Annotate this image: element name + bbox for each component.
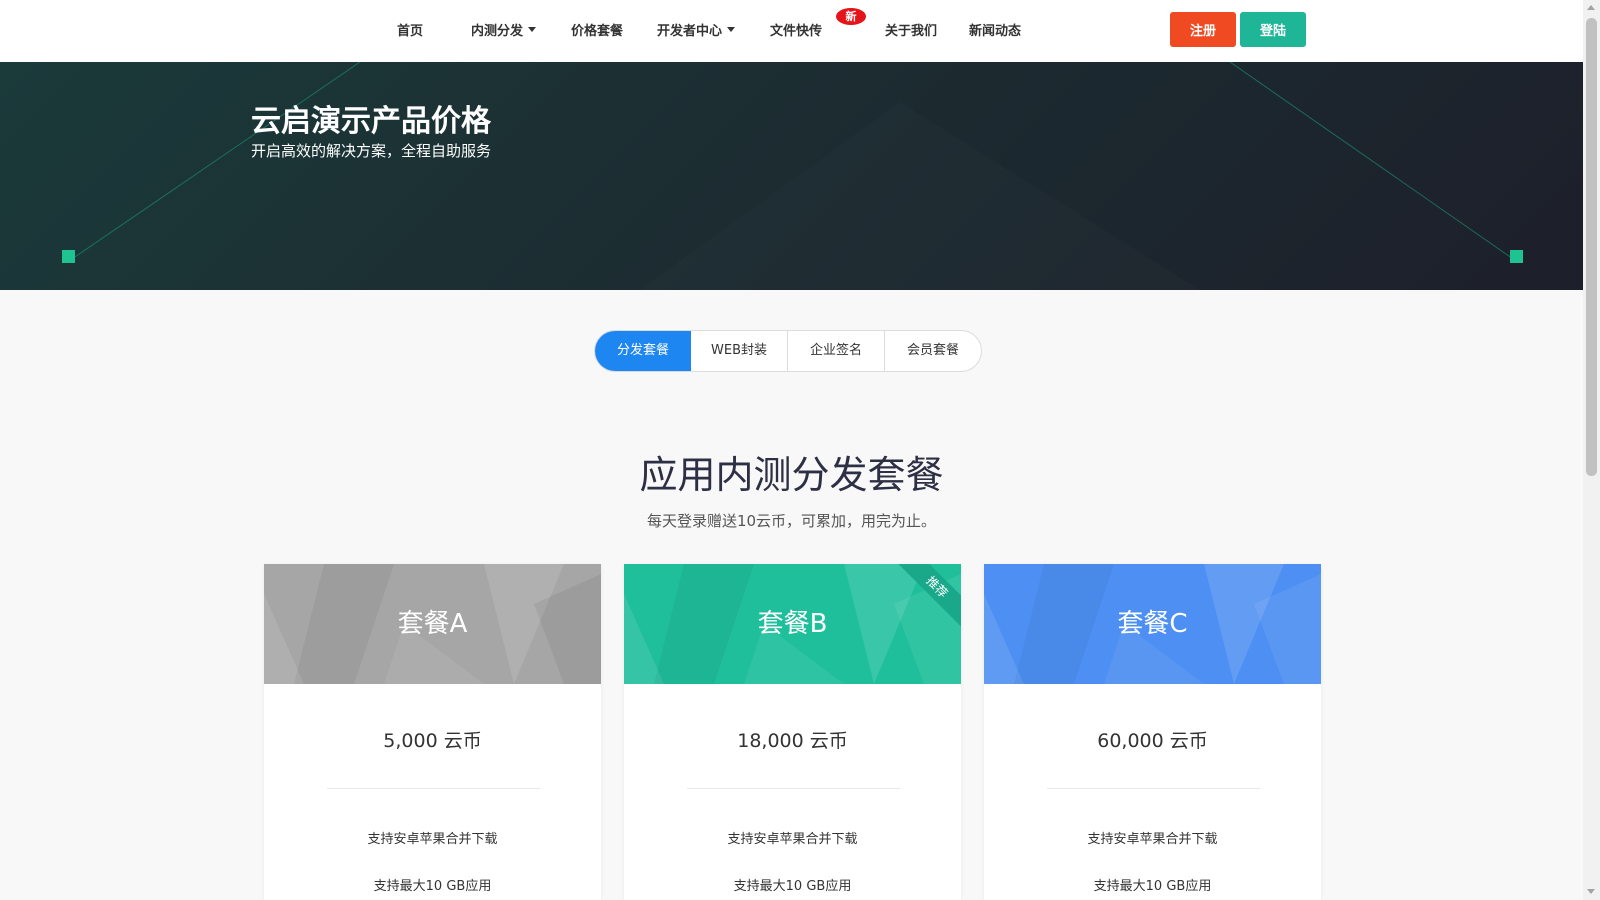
divider [687,788,900,789]
nav-home[interactable]: 首页 [397,20,423,39]
plan-name: 套餐A [397,609,468,639]
divider [327,788,540,789]
plan-feature: 支持安卓苹果合并下载 [727,832,858,847]
tab-enterprise-signing[interactable]: 企业签名 [788,331,885,371]
plan-price: 18,000 云币 [737,730,848,752]
plan-feature: 支持最大10 GB应用 [1093,879,1212,894]
section-title: 应用内测分发套餐 [639,453,944,497]
plan-feature: 支持安卓苹果合并下载 [1087,832,1218,847]
hero-subtitle: 开启高效的解决方案，全程自助服务 [251,142,492,160]
nav-pricing[interactable]: 价格套餐 [571,20,623,39]
section-subtitle: 每天登录赠送10云币，可累加，用完为止。 [646,512,937,530]
nav-file-transfer[interactable]: 文件快传 [770,20,822,39]
nav-developer-center-label: 开发者中心 [657,24,723,39]
scroll-down-arrow-icon[interactable] [1587,889,1595,894]
scroll-up-arrow-icon[interactable] [1587,5,1595,10]
plan-card-header: 套餐B 推荐 [624,564,961,684]
login-button[interactable]: 登陆 [1240,12,1306,47]
nav-beta-distribution-label: 内测分发 [471,24,524,39]
plan-feature: 支持安卓苹果合并下载 [367,832,498,847]
chevron-down-icon [727,27,736,32]
nav-beta-distribution[interactable]: 内测分发 [471,20,537,39]
plan-feature: 支持最大10 GB应用 [733,879,852,894]
register-button[interactable]: 注册 [1170,12,1236,47]
hero-title: 云启演示产品价格 [251,104,491,139]
plan-price: 60,000 云币 [1097,730,1208,752]
page-scrollbar[interactable] [1583,0,1600,900]
tab-membership-plans[interactable]: 会员套餐 [885,331,981,371]
nav-developer-center[interactable]: 开发者中心 [657,20,736,39]
nav-news[interactable]: 新闻动态 [969,20,1021,39]
plan-feature: 支持最大10 GB应用 [373,879,492,894]
tab-distribution-plans[interactable]: 分发套餐 [595,331,691,371]
plan-price: 5,000 云币 [383,730,482,752]
plan-name: 套餐C [1117,609,1188,639]
new-badge: 新 [836,8,866,25]
tab-web-packaging[interactable]: WEB封装 [691,331,788,371]
chevron-down-icon [528,27,537,32]
plan-card-c[interactable]: 套餐C 60,000 云币 支持安卓苹果合并下载 支持最大10 GB应用 [984,564,1321,900]
top-navbar: 首页 内测分发 价格套餐 开发者中心 文件快传 新 关于我们 新闻动态 注册 登… [0,0,1583,62]
plan-card-header: 套餐C [984,564,1321,684]
plan-card-header: 套餐A [264,564,601,684]
plan-card-a[interactable]: 套餐A 5,000 云币 支持安卓苹果合并下载 支持最大10 GB应用 [264,564,601,900]
plan-name: 套餐B [757,609,828,639]
plan-tabs: 分发套餐 WEB封装 企业签名 会员套餐 [594,330,982,372]
plan-card-b[interactable]: 套餐B 推荐 18,000 云币 支持安卓苹果合并下载 支持最大10 GB应用 [624,564,961,900]
hero-decoration [62,62,1523,263]
hero-banner: 云启演示产品价格 开启高效的解决方案，全程自助服务 [0,62,1583,290]
nav-about-us[interactable]: 关于我们 [885,20,937,39]
divider [1047,788,1260,789]
scrollbar-thumb[interactable] [1586,18,1597,476]
